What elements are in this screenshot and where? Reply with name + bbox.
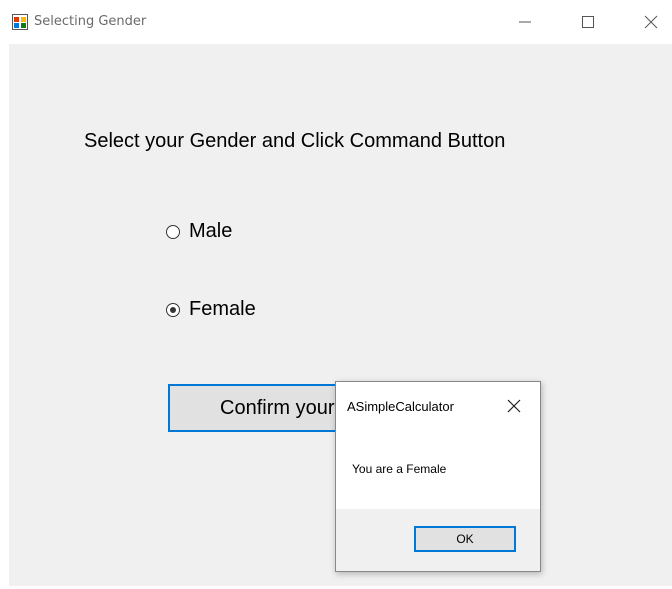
- ok-button-label: OK: [456, 532, 474, 546]
- radio-male-label: Male: [189, 220, 233, 242]
- maximize-button[interactable]: [568, 8, 608, 36]
- radio-male[interactable]: Male: [166, 220, 232, 243]
- close-icon: [644, 15, 658, 29]
- message-box-body: You are a Female: [336, 427, 540, 509]
- title-bar: Selecting Gender: [0, 0, 672, 44]
- message-box-title: ASimpleCalculator: [347, 399, 454, 414]
- ok-button[interactable]: OK: [414, 526, 516, 552]
- minimize-icon: [519, 21, 531, 23]
- maximize-icon: [582, 16, 594, 28]
- message-box-footer: OK: [336, 509, 540, 571]
- app-icon: [12, 14, 28, 30]
- message-text: You are a Female: [352, 462, 447, 476]
- close-icon: [507, 399, 521, 413]
- radio-circle-male[interactable]: [166, 224, 180, 239]
- close-button[interactable]: [631, 8, 671, 36]
- radio-female[interactable]: Female: [166, 298, 256, 321]
- instruction-label: Select your Gender and Click Command But…: [84, 130, 506, 152]
- message-box: ASimpleCalculator You are a Female OK: [335, 381, 541, 572]
- radio-circle-female[interactable]: [166, 302, 180, 317]
- radio-female-label: Female: [189, 298, 256, 320]
- message-box-close-button[interactable]: [505, 397, 523, 415]
- window-title: Selecting Gender: [34, 14, 147, 29]
- minimize-button[interactable]: [505, 8, 545, 36]
